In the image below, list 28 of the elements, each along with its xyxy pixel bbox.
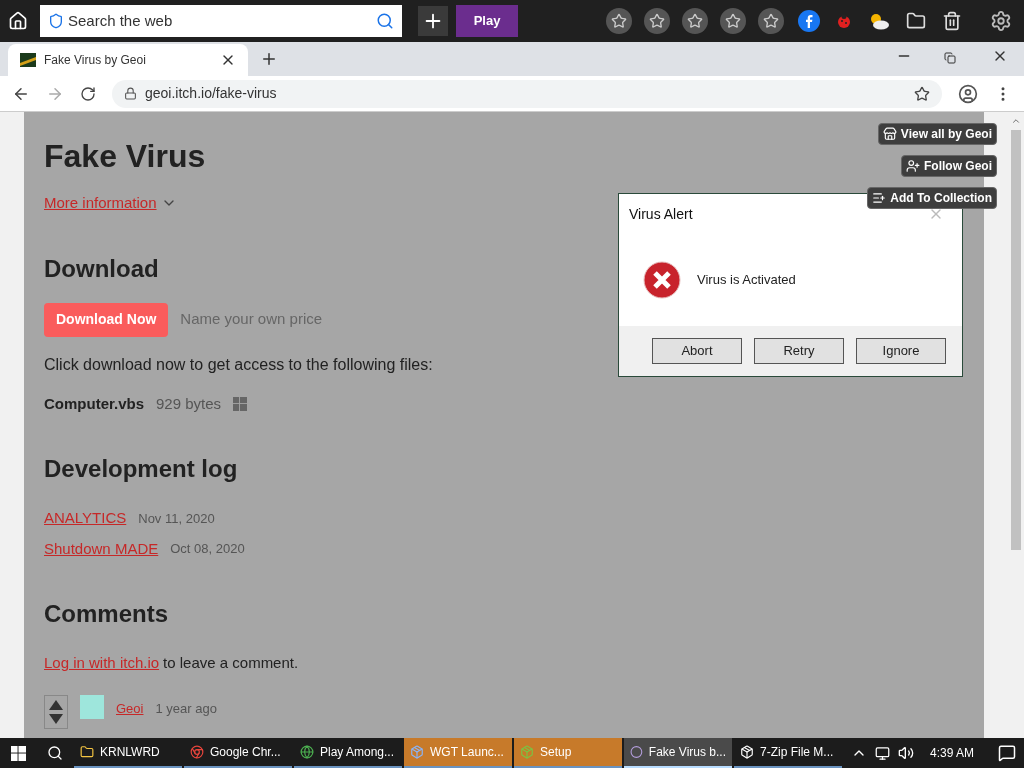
login-prompt: to leave a comment. [163, 653, 299, 673]
url-text: geoi.itch.io/fake-virus [145, 84, 278, 103]
file-size: 929 bytes [156, 393, 222, 414]
dialog-title: Virus Alert [629, 204, 693, 224]
download-heading: Download [44, 253, 159, 284]
game-title: Fake Virus [44, 137, 206, 176]
itch-action-button[interactable]: Add To Collection [867, 187, 997, 209]
comment-time: 1 year ago [155, 699, 217, 718]
itch-action-button[interactable]: Follow Geoi [901, 155, 997, 177]
dialog-button[interactable]: Retry [754, 338, 844, 364]
play-button[interactable]: Play [456, 5, 518, 37]
file-name: Computer.vbs [44, 393, 145, 414]
browser-tab[interactable]: Fake Virus by Geoi [8, 44, 248, 76]
dialog-message: Virus is Activated [697, 271, 796, 290]
tab-title: Fake Virus by Geoi [44, 52, 147, 69]
devlog-heading: Development log [44, 454, 239, 484]
search-input[interactable]: Search the web [68, 9, 372, 33]
clock[interactable]: 4:39 AM [921, 744, 982, 762]
comments-heading: Comments [44, 599, 170, 629]
address-field[interactable]: geoi.itch.io/fake-virus [112, 79, 942, 108]
price-field[interactable]: Name your own price [180, 308, 381, 331]
search-field[interactable]: Search the web [40, 5, 402, 37]
taskbar-button[interactable]: Fake Virus b... [624, 738, 732, 768]
dialog-button[interactable]: Ignore [856, 338, 946, 364]
dialog-button[interactable]: Abort [652, 338, 742, 364]
devlog-date: Oct 08, 2020 [170, 540, 245, 558]
devlog-date: Nov 11, 2020 [138, 509, 215, 528]
itch-action-button[interactable]: View all by Geoi [877, 123, 997, 145]
